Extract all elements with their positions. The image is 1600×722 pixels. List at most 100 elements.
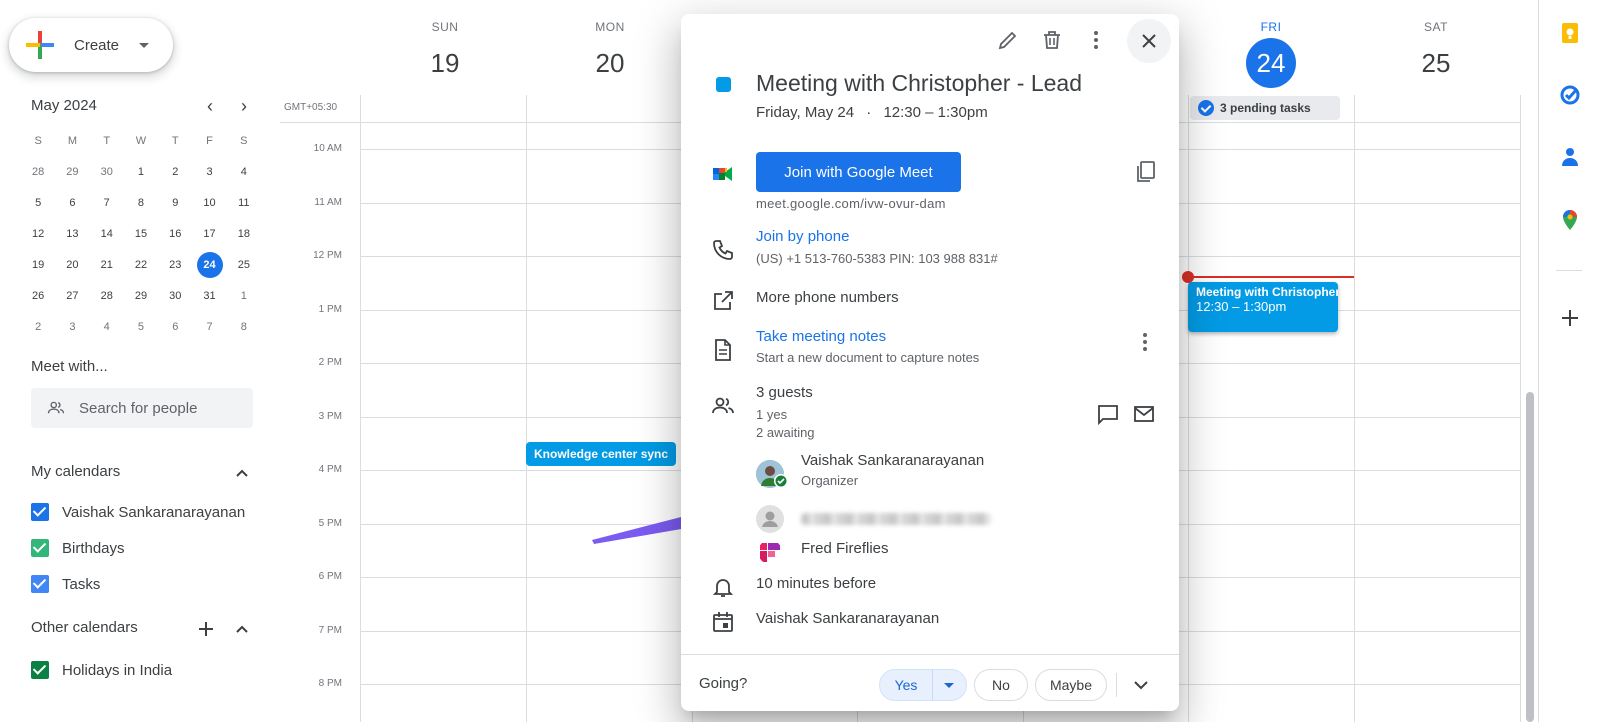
mini-day[interactable]: 6 (55, 190, 89, 216)
other-calendar-item[interactable]: Holidays in India (31, 658, 172, 682)
contacts-icon[interactable] (1559, 146, 1581, 168)
mini-day[interactable]: 3 (192, 159, 226, 185)
close-button[interactable] (1127, 19, 1171, 63)
mini-day[interactable]: 30 (90, 159, 124, 185)
mini-day[interactable]: 2 (21, 314, 55, 340)
add-addon-icon[interactable] (1559, 307, 1581, 329)
event-meeting-christopher[interactable]: Meeting with Christopher 12:30 – 1:30pm (1188, 282, 1338, 332)
mini-day[interactable]: 6 (158, 314, 192, 340)
mini-day[interactable]: 4 (90, 314, 124, 340)
mini-day[interactable]: 5 (21, 190, 55, 216)
day-header-sat[interactable]: SAT 25 (1376, 20, 1496, 86)
pending-tasks-chip[interactable]: 3 pending tasks (1190, 96, 1340, 120)
mini-day[interactable]: 10 (192, 190, 226, 216)
more-phone-numbers-link[interactable]: More phone numbers (756, 289, 899, 306)
rsvp-maybe-button[interactable]: Maybe (1035, 669, 1107, 701)
mini-day[interactable]: 26 (21, 283, 55, 309)
delete-icon[interactable] (1040, 28, 1064, 52)
avatar[interactable] (756, 505, 784, 533)
mini-day[interactable]: 8 (227, 314, 261, 340)
guest-name: Vaishak Sankaranarayanan (801, 452, 985, 469)
mini-day[interactable]: 21 (90, 252, 124, 278)
mini-day[interactable]: 16 (158, 221, 192, 247)
checkbox-checked-icon[interactable] (31, 575, 49, 593)
event-details-popup: Meeting with Christopher - Lead Friday, … (681, 14, 1179, 711)
mini-day[interactable]: 31 (192, 283, 226, 309)
mini-day[interactable]: 17 (192, 221, 226, 247)
notes-more-icon[interactable] (1133, 330, 1157, 354)
prev-month-icon[interactable]: ‹ (198, 96, 222, 120)
vertical-scrollbar[interactable] (1526, 392, 1534, 722)
rsvp-yes-button[interactable]: Yes (879, 669, 967, 701)
keep-icon[interactable] (1559, 22, 1581, 44)
meet-link[interactable]: meet.google.com/ivw-ovur-dam (756, 196, 946, 211)
rsvp-dropdown-icon[interactable] (944, 682, 954, 688)
chevron-up-icon[interactable] (236, 623, 248, 635)
chevron-up-icon[interactable] (236, 467, 248, 479)
mini-day[interactable]: 3 (55, 314, 89, 340)
mini-day[interactable]: 28 (90, 283, 124, 309)
mini-day[interactable]: 7 (90, 190, 124, 216)
mini-day[interactable]: 22 (124, 252, 158, 278)
hour-label: 3 PM (318, 411, 342, 422)
mini-day[interactable]: 15 (124, 221, 158, 247)
mini-day[interactable]: 11 (227, 190, 261, 216)
avatar[interactable] (756, 460, 788, 488)
mini-day-number: 30 (169, 289, 182, 302)
mini-day[interactable]: 27 (55, 283, 89, 309)
mini-day[interactable]: 14 (90, 221, 124, 247)
search-people-input[interactable]: Search for people (31, 388, 253, 428)
mini-day[interactable]: 29 (124, 283, 158, 309)
mini-day[interactable]: 12 (21, 221, 55, 247)
mini-day-number: 1 (137, 165, 145, 178)
checkbox-checked-icon[interactable] (31, 661, 49, 679)
mini-day-today[interactable]: 24 (192, 251, 226, 278)
chat-icon[interactable] (1096, 402, 1120, 426)
mini-day[interactable]: 23 (158, 252, 192, 278)
google-meet-icon (713, 167, 732, 181)
guests-icon (712, 397, 734, 414)
mini-day[interactable]: 13 (55, 221, 89, 247)
add-calendar-icon[interactable] (199, 622, 213, 636)
edit-icon[interactable] (996, 28, 1020, 52)
copy-icon[interactable] (1135, 160, 1157, 184)
my-calendar-item[interactable]: Birthdays (31, 536, 125, 560)
hour-label: 1 PM (318, 304, 342, 315)
join-meet-button[interactable]: Join with Google Meet (756, 152, 961, 192)
day-header-fri[interactable]: FRI 24 (1211, 20, 1331, 88)
next-month-icon[interactable]: › (232, 96, 256, 120)
maps-icon[interactable] (1559, 209, 1581, 231)
chevron-down-icon[interactable] (1133, 677, 1149, 693)
mini-day[interactable]: 7 (192, 314, 226, 340)
checkbox-checked-icon[interactable] (31, 503, 49, 521)
calendar-name: Vaishak Sankaranarayanan (62, 503, 246, 521)
mini-day[interactable]: 28 (21, 159, 55, 185)
event-knowledge-center-sync[interactable]: Knowledge center sync (526, 442, 676, 466)
mini-day[interactable]: 4 (227, 159, 261, 185)
my-calendar-item[interactable]: Tasks (31, 572, 100, 596)
mini-day[interactable]: 30 (158, 283, 192, 309)
mini-day[interactable]: 8 (124, 190, 158, 216)
day-header-sun[interactable]: SUN 19 (385, 20, 505, 86)
my-calendar-item[interactable]: Vaishak Sankaranarayanan (31, 500, 245, 524)
email-icon[interactable] (1132, 402, 1156, 426)
take-meeting-notes-link[interactable]: Take meeting notes (756, 328, 886, 345)
mini-day[interactable]: 29 (55, 159, 89, 185)
rsvp-no-button[interactable]: No (974, 669, 1028, 701)
mini-day[interactable]: 20 (55, 252, 89, 278)
mini-day[interactable]: 1 (227, 283, 261, 309)
day-column-divider (1520, 95, 1521, 722)
join-by-phone-link[interactable]: Join by phone (756, 228, 849, 245)
mini-day[interactable]: 19 (21, 252, 55, 278)
checkbox-checked-icon[interactable] (31, 539, 49, 557)
mini-day[interactable]: 2 (158, 159, 192, 185)
mini-day[interactable]: 9 (158, 190, 192, 216)
mini-day[interactable]: 1 (124, 159, 158, 185)
mini-day[interactable]: 5 (124, 314, 158, 340)
mini-day[interactable]: 25 (227, 252, 261, 278)
mini-day[interactable]: 18 (227, 221, 261, 247)
tasks-icon[interactable] (1559, 84, 1581, 106)
create-button[interactable]: Create (9, 18, 173, 72)
day-header-mon[interactable]: MON 20 (550, 20, 670, 86)
more-options-icon[interactable] (1084, 28, 1108, 52)
